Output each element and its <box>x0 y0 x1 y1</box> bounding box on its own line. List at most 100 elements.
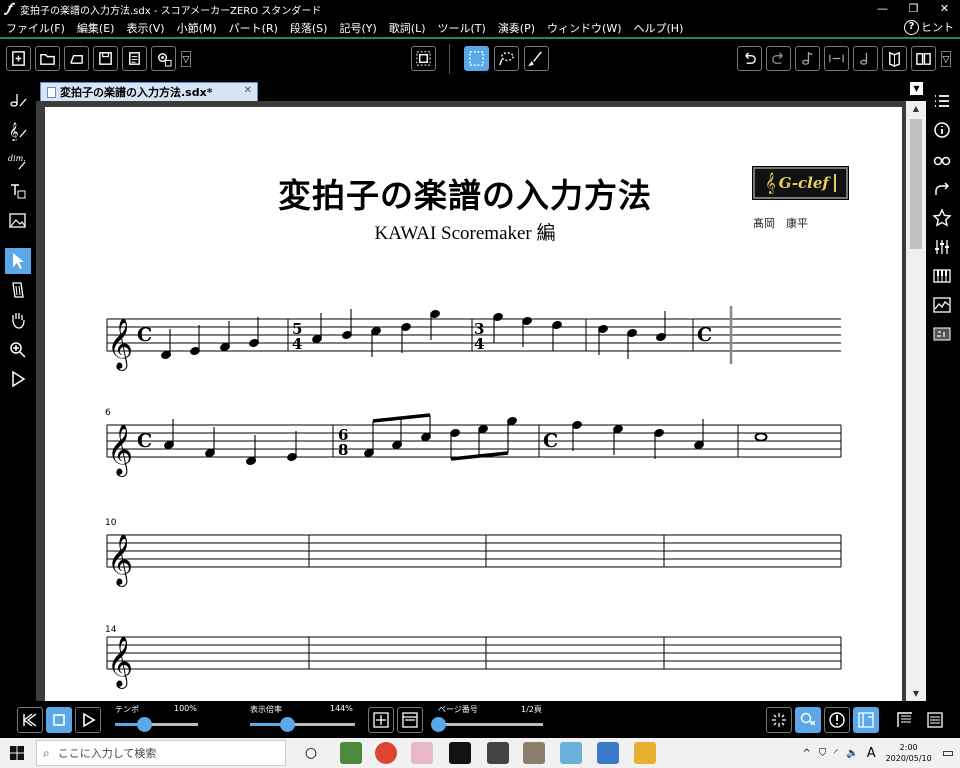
page-slider-knob[interactable] <box>431 717 446 732</box>
brush-select-button[interactable] <box>524 46 549 71</box>
zoom-tool-button[interactable] <box>5 337 31 363</box>
rect-select-button[interactable] <box>464 46 489 71</box>
menu-edit[interactable]: 編集(E) <box>77 20 115 36</box>
hint-button[interactable]: ? ヒント <box>904 19 954 35</box>
menu-file[interactable]: ファイル(F) <box>6 20 65 36</box>
lasso-select-button[interactable] <box>494 46 519 71</box>
settings-button[interactable] <box>151 46 176 71</box>
select-tool-button[interactable] <box>5 248 31 274</box>
menu-symbol[interactable]: 記号(Y) <box>339 20 376 36</box>
score-page[interactable]: 変拍子の楽譜の入力方法 KAWAI Scoremaker 編 𝄞 G-clef … <box>45 107 902 701</box>
play-tool-button[interactable] <box>5 366 31 392</box>
notification-icon[interactable]: ▭ <box>942 746 954 761</box>
tab-document[interactable]: 変拍子の楽譜の入力方法.sdx* ✕ <box>40 82 258 101</box>
layout-toggle-button[interactable] <box>853 707 879 733</box>
stop-button[interactable] <box>46 707 72 733</box>
eraser-tool-button[interactable] <box>5 277 31 303</box>
book-view-button[interactable] <box>911 46 936 71</box>
keyboard-panel-button[interactable] <box>929 263 955 289</box>
favorites-panel-button[interactable] <box>929 205 955 231</box>
page-slider-track[interactable] <box>438 723 543 726</box>
scoremaker-taskbar-icon[interactable] <box>449 742 471 764</box>
view-panel-button[interactable] <box>929 147 955 173</box>
task-view-icon[interactable]: ○ <box>300 742 322 764</box>
app-icon-1[interactable] <box>340 742 362 764</box>
app-icon-6[interactable] <box>597 742 619 764</box>
image-icon <box>9 213 26 228</box>
mixer-panel-button[interactable] <box>929 234 955 260</box>
sparkle-button[interactable] <box>766 707 792 733</box>
network-icon[interactable]: ◜ <box>834 748 838 759</box>
menu-window[interactable]: ウィンドウ(W) <box>547 20 621 36</box>
frame-select-button[interactable] <box>411 46 436 71</box>
open-file-button[interactable] <box>35 46 60 71</box>
app-icon-4[interactable] <box>523 742 545 764</box>
new-score-button[interactable] <box>64 46 89 71</box>
rest-input-button[interactable] <box>853 46 878 71</box>
windows-start-icon[interactable] <box>10 746 24 760</box>
vertical-scrollbar[interactable]: ▲ ▼ <box>906 101 926 701</box>
minimize-button[interactable]: — <box>867 0 898 18</box>
scroll-thumb[interactable] <box>910 119 922 249</box>
book-icon <box>889 51 900 67</box>
zoom-slider-knob[interactable] <box>280 717 295 732</box>
ime-indicator[interactable]: A <box>867 746 876 761</box>
close-window-button[interactable]: ✕ <box>929 0 960 18</box>
app-icon-5[interactable] <box>560 742 582 764</box>
tab-label: 変拍子の楽譜の入力方法.sdx* <box>60 86 213 99</box>
redo-button[interactable] <box>766 46 791 71</box>
scroll-down-icon[interactable]: ▼ <box>906 686 926 701</box>
menu-system[interactable]: 段落(S) <box>290 20 328 36</box>
hand-tool-button[interactable] <box>5 307 31 333</box>
image-tool-button[interactable] <box>5 208 31 234</box>
warning-button[interactable] <box>824 707 850 733</box>
taskbar-search[interactable]: ⌕ ここに入力して検索 <box>36 740 286 766</box>
text-tool-button[interactable] <box>5 178 31 204</box>
menu-part[interactable]: パート(R) <box>229 20 278 36</box>
chrome-icon[interactable] <box>375 742 397 764</box>
play-button[interactable] <box>75 707 101 733</box>
properties-button[interactable] <box>122 46 147 71</box>
rewind-button[interactable] <box>17 707 43 733</box>
undo-button[interactable] <box>737 46 762 71</box>
menu-view[interactable]: 表示(V) <box>126 20 164 36</box>
tempo-slider-knob[interactable] <box>137 717 152 732</box>
repeat-panel-button[interactable] <box>929 176 955 202</box>
staff-view-button[interactable] <box>922 707 948 733</box>
volume-icon[interactable]: 🔈 <box>846 748 858 759</box>
menu-play[interactable]: 演奏(P) <box>498 20 535 36</box>
ruler-button[interactable] <box>892 707 918 733</box>
save-button[interactable] <box>93 46 118 71</box>
scroll-up-icon[interactable]: ▲ <box>906 101 926 116</box>
list-panel-button[interactable] <box>929 88 955 114</box>
tab-list-dropdown[interactable]: ▼ <box>910 82 923 95</box>
note-input-button[interactable] <box>795 46 820 71</box>
app-icon-2[interactable] <box>411 742 433 764</box>
palette-panel-button[interactable] <box>929 321 955 347</box>
clock[interactable]: 2:00 2020/05/10 <box>886 742 932 764</box>
info-panel-button[interactable] <box>929 117 955 143</box>
menu-measure[interactable]: 小節(M) <box>177 20 217 36</box>
tab-close-icon[interactable]: ✕ <box>244 85 252 96</box>
toolbar-dropdown[interactable]: ▽ <box>181 51 191 67</box>
shield-icon[interactable]: ⛉ <box>819 748 827 759</box>
bookmark-button[interactable] <box>882 46 907 71</box>
restore-button[interactable]: ❐ <box>898 0 929 18</box>
menu-lyrics[interactable]: 歌詞(L) <box>389 20 426 36</box>
menu-tools[interactable]: ツール(T) <box>438 20 486 36</box>
file-explorer-icon[interactable] <box>634 742 656 764</box>
new-file-button[interactable] <box>6 46 31 71</box>
menu-help[interactable]: ヘルプ(H) <box>634 20 684 36</box>
clef-pen-button[interactable]: 𝄞 <box>5 118 31 144</box>
search-cancel-button[interactable] <box>795 707 821 733</box>
fit-page-button[interactable] <box>368 707 394 733</box>
chevron-up-icon[interactable]: ^ <box>802 748 810 759</box>
app-icon-3[interactable] <box>487 742 509 764</box>
note-pen-button[interactable] <box>5 87 31 113</box>
measure-input-button[interactable] <box>824 46 849 71</box>
dynamics-pen-button[interactable]: dim. <box>5 148 31 174</box>
hint-label: ヒント <box>921 21 954 34</box>
graph-panel-button[interactable] <box>929 292 955 318</box>
right-toolbar-dropdown[interactable]: ▽ <box>941 51 951 67</box>
fit-width-button[interactable] <box>397 707 423 733</box>
